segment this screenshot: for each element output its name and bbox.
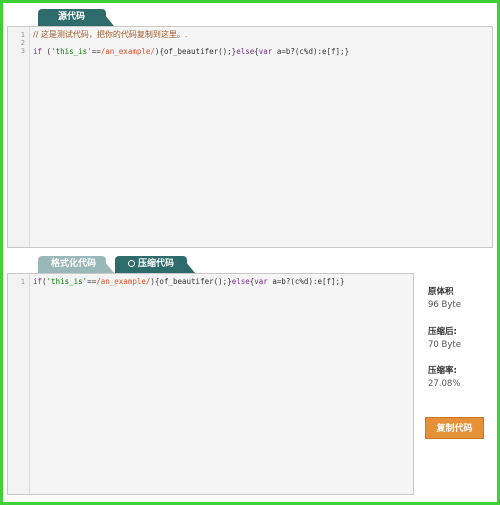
code-line-3: if ('this_is'==/an_example/){of_beautife… [33,47,349,56]
code-comment-line: // 这是测试代码，把你的代码复制到这里。. [33,30,188,39]
compressed-size-value: 70 Byte [428,340,461,350]
line-number: 1 [20,31,25,39]
output-gutter: 1 [8,274,30,494]
line-number: 1 [20,278,25,286]
code-regex: /an_example/ [100,47,155,56]
code-keyword: else [236,47,255,56]
code-expression: a=b?(c%d):e[f];} [267,277,345,286]
code-call: {of_beautifer();} [154,277,232,286]
code-string: 'this_is' [51,47,92,56]
output-editor[interactable]: 1 if('this_is'==/an_example/){of_beautif… [7,273,414,495]
code-keyword: else [231,277,250,286]
code-expression: a=b?(c%d):e[f];} [272,47,350,56]
code-operator: == [91,47,101,56]
tab-format-label: 格式化代码 [51,259,97,269]
copy-code-button[interactable]: 复制代码 [425,417,484,439]
source-editor[interactable]: 1 2 3 // 这是测试代码，把你的代码复制到这里。. if ('this_i… [7,26,493,248]
code-keyword: var [258,47,273,56]
tab-source[interactable]: 源代码 [38,9,120,26]
code-regex: /an_example/ [96,277,151,286]
compression-ratio-value: 27.08% [428,379,461,389]
code-keyword: if [33,277,43,286]
code-operator: == [87,277,97,286]
source-gutter: 1 2 3 [8,27,30,247]
line-number: 3 [20,47,25,55]
original-size-value: 96 Byte [428,300,461,310]
code-punct: ( [42,47,52,56]
tab-compress-label: 压缩代码 [128,259,174,269]
compression-ratio-label: 压缩率: [428,366,457,376]
code-keyword: var [254,277,268,286]
original-size-label: 原体积 [428,287,454,297]
tab-compress-text: 压缩代码 [138,259,175,269]
code-string: 'this_is' [46,277,88,286]
tab-source-label: 源代码 [58,12,86,22]
line-number: 2 [20,39,25,47]
code-keyword: if [33,47,43,56]
code-call: {of_beautifer();} [159,47,237,56]
tab-compress[interactable]: 压缩代码 [115,256,199,273]
radio-icon [128,260,135,267]
output-code-line-1: if('this_is'==/an_example/){of_beautifer… [33,277,345,286]
compressed-size-label: 压缩后: [428,327,457,337]
tab-format[interactable]: 格式化代码 [38,256,120,273]
